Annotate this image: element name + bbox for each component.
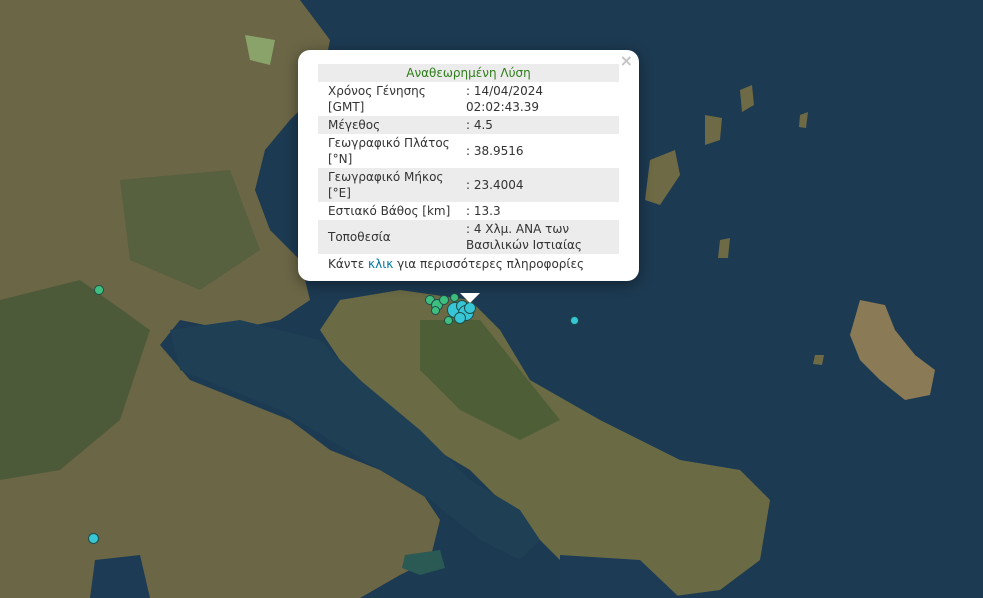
- earthquake-marker[interactable]: [569, 315, 579, 325]
- row-value: : 38.9516: [466, 144, 524, 158]
- earthquake-marker[interactable]: [87, 532, 99, 544]
- row-label: Τοποθεσία: [328, 230, 391, 244]
- row-value: : 13.3: [466, 204, 501, 218]
- row-value: : 14/04/2024 02:02:43.39: [466, 84, 544, 114]
- table-row: Γεωγραφικό Πλάτος [°N] : 38.9516: [318, 134, 619, 168]
- close-icon[interactable]: ×: [620, 52, 633, 70]
- table-row: Εστιακό Βάθος [km] : 13.3: [318, 202, 619, 220]
- earthquake-marker[interactable]: [454, 312, 466, 324]
- table-row: Μέγεθος : 4.5: [318, 116, 619, 134]
- row-label: Μέγεθος: [328, 118, 381, 132]
- earthquake-marker[interactable]: [464, 302, 476, 314]
- popup-header: Αναθεωρημένη Λύση: [318, 64, 619, 82]
- table-row: Τοποθεσία : 4 Χλμ. ΑΝΑ των Βασιλικών Ιστ…: [318, 220, 619, 254]
- row-value: : 23.4004: [466, 178, 524, 192]
- table-row: Γεωγραφικό Μήκος [°E] : 23.4004: [318, 168, 619, 202]
- table-row: Χρόνος Γένησης [GMT] : 14/04/2024 02:02:…: [318, 82, 619, 116]
- popup-footer: Κάντε κλικ για περισσότερες πληροφορίες: [318, 254, 619, 271]
- row-label: Γεωγραφικό Πλάτος [°N]: [328, 136, 450, 166]
- row-label: Χρόνος Γένησης [GMT]: [328, 84, 426, 114]
- earthquake-marker[interactable]: [439, 295, 449, 305]
- row-value: : 4.5: [466, 118, 493, 132]
- popup-tip: [460, 293, 480, 303]
- event-info-table: Χρόνος Γένησης [GMT] : 14/04/2024 02:02:…: [318, 82, 619, 254]
- event-popup: × Αναθεωρημένη Λύση Χρόνος Γένησης [GMT]…: [298, 50, 639, 281]
- row-label: Εστιακό Βάθος [km]: [328, 204, 451, 218]
- earthquake-marker[interactable]: [94, 285, 104, 295]
- earthquake-marker[interactable]: [430, 305, 440, 315]
- row-value: : 4 Χλμ. ΑΝΑ των Βασιλικών Ιστιαίας: [466, 222, 582, 252]
- more-info-link[interactable]: κλικ: [368, 257, 393, 271]
- footer-suffix: για περισσότερες πληροφορίες: [393, 257, 584, 271]
- earthquake-marker[interactable]: [449, 292, 459, 302]
- row-label: Γεωγραφικό Μήκος [°E]: [328, 170, 444, 200]
- footer-prefix: Κάντε: [328, 257, 369, 271]
